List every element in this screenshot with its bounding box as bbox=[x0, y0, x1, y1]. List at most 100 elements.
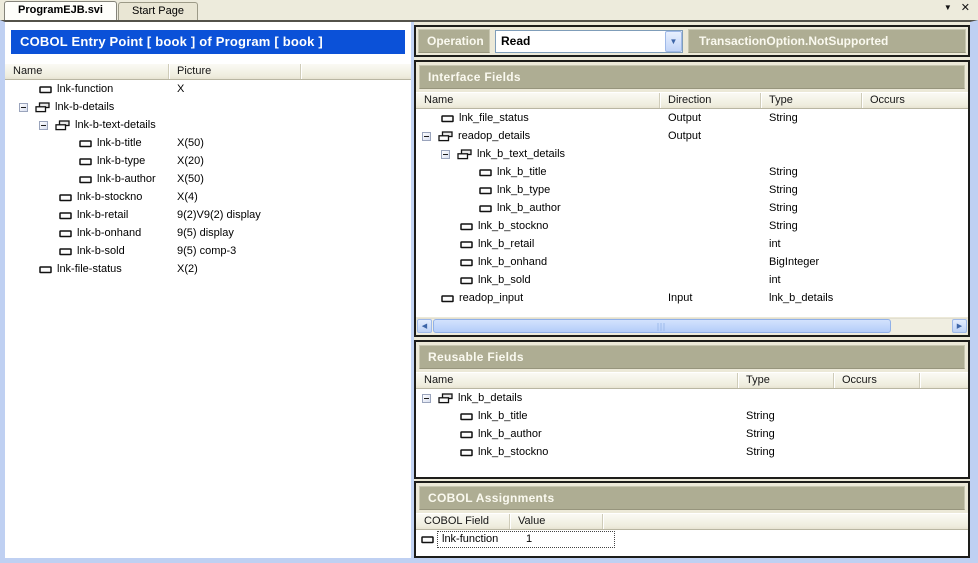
editor-frame: COBOL Entry Point [ book ] of Program [ … bbox=[0, 20, 978, 563]
tree-name-cell: lnk_b_retail bbox=[416, 238, 660, 250]
table-cell: Output bbox=[660, 130, 761, 142]
tree-name-cell: readop_details bbox=[416, 130, 660, 142]
field-icon bbox=[460, 448, 473, 457]
tree-name-cell: lnk-file-status bbox=[5, 263, 169, 275]
collapse-minus-icon[interactable] bbox=[422, 394, 431, 403]
tree-name-cell: lnk-b-stockno bbox=[5, 191, 169, 203]
close-icon[interactable]: ✕ bbox=[961, 2, 970, 14]
table-row[interactable]: lnk_b_retailint bbox=[416, 235, 968, 253]
collapse-minus-icon[interactable] bbox=[39, 121, 48, 130]
table-row[interactable]: lnk-function1 bbox=[416, 530, 968, 548]
table-row[interactable]: lnk-file-statusX(2) bbox=[5, 260, 411, 278]
app-window: ProgramEJB.svi Start Page ▼ ✕ COBOL Entr… bbox=[0, 0, 978, 563]
row-label: lnk-function bbox=[57, 83, 113, 95]
scroll-right-icon[interactable]: ▶ bbox=[952, 319, 967, 333]
column-header-name[interactable]: Name bbox=[416, 93, 660, 108]
left-tree-rows: lnk-functionXlnk-b-details lnk-b-text-det… bbox=[5, 80, 411, 558]
tab-start-page[interactable]: Start Page bbox=[118, 2, 198, 20]
scroll-left-icon[interactable]: ◀ bbox=[417, 319, 432, 333]
column-header-picture[interactable]: Picture bbox=[169, 64, 301, 79]
table-row[interactable]: lnk-b-title X(50) bbox=[5, 134, 411, 152]
chevron-down-icon[interactable]: ▼ bbox=[665, 31, 682, 52]
field-icon bbox=[59, 229, 72, 238]
selected-assignment[interactable]: lnk-function1 bbox=[437, 531, 615, 548]
row-label: lnk_b_details bbox=[458, 392, 522, 404]
table-row[interactable]: lnk-b-onhand9(5) display bbox=[5, 224, 411, 242]
row-label: lnk_b_type bbox=[497, 184, 550, 196]
column-header-value[interactable]: Value bbox=[510, 514, 603, 529]
cobol-assignments-rows: lnk-function1 bbox=[416, 530, 968, 556]
tab-programejb-svi[interactable]: ProgramEJB.svi bbox=[4, 1, 117, 20]
struct-icon bbox=[457, 149, 472, 160]
table-row[interactable]: lnk-b-sold9(5) comp-3 bbox=[5, 242, 411, 260]
table-row[interactable]: lnk_b_authorString bbox=[416, 199, 968, 217]
reusable-fields-panel: Reusable Fields Name Type Occurs lnk_b_d… bbox=[414, 340, 970, 479]
field-icon bbox=[479, 204, 492, 213]
tree-name-cell: readop_input bbox=[416, 292, 660, 304]
collapse-minus-icon[interactable] bbox=[422, 132, 431, 141]
collapse-minus-icon[interactable] bbox=[19, 103, 28, 112]
interface-fields-column-headers: Name Direction Type Occurs bbox=[416, 92, 968, 109]
row-label: lnk_b_stockno bbox=[478, 220, 548, 232]
table-row[interactable]: lnk_b_details bbox=[416, 389, 968, 407]
table-row[interactable]: lnk_b_text_details bbox=[416, 145, 968, 163]
table-cell: int bbox=[761, 274, 862, 286]
column-header-type[interactable]: Type bbox=[738, 373, 834, 388]
table-row[interactable]: lnk_file_statusOutputString bbox=[416, 109, 968, 127]
table-row[interactable]: lnk_b_stocknoString bbox=[416, 217, 968, 235]
column-header-blank bbox=[603, 514, 968, 529]
table-cell: String bbox=[761, 202, 862, 214]
table-row[interactable]: lnk-functionX bbox=[5, 80, 411, 98]
scrollbar-thumb[interactable] bbox=[433, 319, 891, 333]
row-label: lnk_b_text_details bbox=[477, 148, 565, 160]
row-label: lnk-b-text-details bbox=[75, 119, 156, 131]
operation-label: Operation bbox=[418, 29, 490, 53]
table-row[interactable]: lnk_b_titleString bbox=[416, 407, 968, 425]
table-cell: BigInteger bbox=[761, 256, 862, 268]
table-cell: X(50) bbox=[169, 137, 301, 149]
tree-name-cell: lnk_b_stockno bbox=[416, 220, 660, 232]
table-row[interactable]: readop_detailsOutput bbox=[416, 127, 968, 145]
table-row[interactable]: lnk-b-text-details bbox=[5, 116, 411, 134]
tab-label: ProgramEJB.svi bbox=[18, 4, 103, 16]
column-header-occurs[interactable]: Occurs bbox=[834, 373, 920, 388]
table-cell: String bbox=[761, 166, 862, 178]
value-cell[interactable]: 1 bbox=[518, 533, 532, 545]
tree-name-cell: lnk_b_onhand bbox=[416, 256, 660, 268]
table-row[interactable]: lnk-b-typeX(20) bbox=[5, 152, 411, 170]
table-row[interactable]: lnk_b_type String bbox=[416, 181, 968, 199]
column-header-blank bbox=[920, 373, 968, 388]
cobol-assignments-header: COBOL Assignments bbox=[419, 486, 965, 510]
table-row[interactable]: lnk-b-authorX(50) bbox=[5, 170, 411, 188]
table-row[interactable]: lnk_b_titleString bbox=[416, 163, 968, 181]
column-header-name[interactable]: Name bbox=[5, 64, 169, 79]
table-row[interactable]: lnk-b-stocknoX(4) bbox=[5, 188, 411, 206]
field-icon bbox=[460, 240, 473, 249]
column-header-type[interactable]: Type bbox=[761, 93, 862, 108]
scrollbar-track[interactable] bbox=[892, 319, 952, 334]
table-row[interactable]: lnk-b-details bbox=[5, 98, 411, 116]
table-row[interactable]: readop_inputInputlnk_b_details bbox=[416, 289, 968, 307]
column-header-cobol-field[interactable]: COBOL Field bbox=[416, 514, 510, 529]
cobol-field-cell[interactable]: lnk-function bbox=[438, 533, 518, 545]
row-label: lnk-b-title bbox=[97, 137, 142, 149]
tree-name-cell: lnk-b-retail bbox=[5, 209, 169, 221]
collapse-minus-icon[interactable] bbox=[441, 150, 450, 159]
column-header-occurs[interactable]: Occurs bbox=[862, 93, 968, 108]
field-icon bbox=[39, 265, 52, 274]
column-header-direction[interactable]: Direction bbox=[660, 93, 761, 108]
table-row[interactable]: lnk_b_authorString bbox=[416, 425, 968, 443]
table-row[interactable]: lnk_b_soldint bbox=[416, 271, 968, 289]
column-header-blank bbox=[301, 64, 411, 79]
row-label: lnk_b_title bbox=[478, 410, 528, 422]
table-row[interactable]: lnk_b_onhand BigInteger bbox=[416, 253, 968, 271]
operation-select[interactable]: Read ▼ bbox=[495, 30, 683, 53]
column-header-name[interactable]: Name bbox=[416, 373, 738, 388]
table-row[interactable]: lnk_b_stocknoString bbox=[416, 443, 968, 461]
table-cell: String bbox=[761, 184, 862, 196]
field-icon bbox=[460, 258, 473, 267]
table-row[interactable]: lnk-b-retail9(2)V9(2) display bbox=[5, 206, 411, 224]
tab-list-dropdown-icon[interactable]: ▼ bbox=[944, 2, 952, 14]
interface-fields-hscrollbar[interactable]: ◀ ▶ bbox=[417, 318, 967, 334]
struct-icon bbox=[35, 102, 50, 113]
